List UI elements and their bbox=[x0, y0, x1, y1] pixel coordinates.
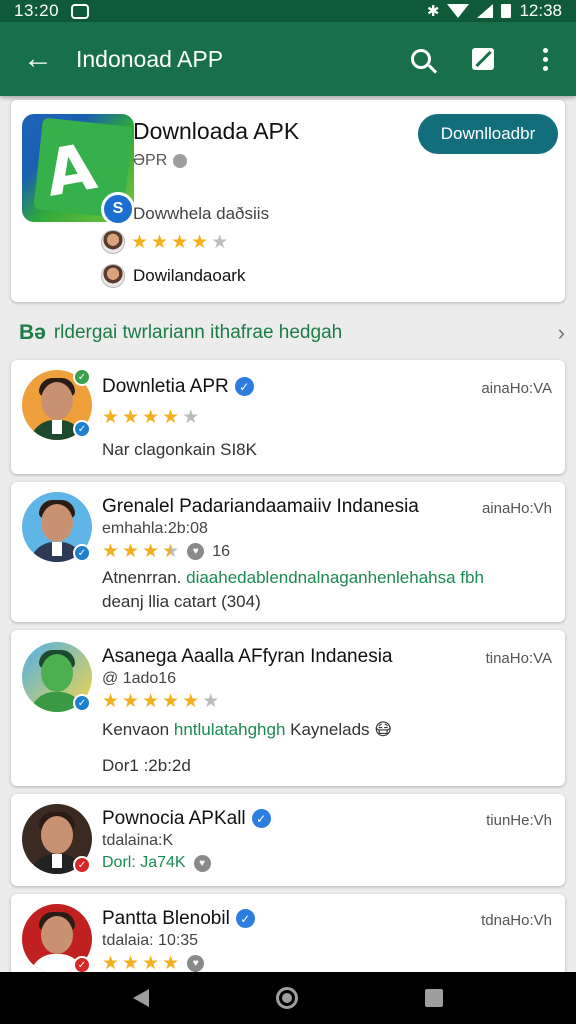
more-vert-icon bbox=[542, 47, 548, 71]
app-name: Downloada APK bbox=[133, 118, 300, 144]
search-button[interactable] bbox=[390, 22, 452, 96]
section-prefix: Bə bbox=[19, 321, 46, 344]
list-item[interactable]: ✓ ✓ Downletia APR ✓ ainaHo:VA ★ ★ ★ ★ ★ Nar c… bbox=[11, 360, 565, 474]
download-button[interactable]: Downlloadbr bbox=[418, 114, 558, 154]
verified-badge-icon: ✓ bbox=[73, 544, 91, 562]
verified-badge-icon: ✓ bbox=[73, 694, 91, 712]
verified-badge-icon: ✓ bbox=[73, 856, 91, 874]
emoji-icon: 😷 bbox=[374, 720, 392, 739]
review-title: Pantta Blenobil ✓ bbox=[102, 908, 255, 930]
signal-icon bbox=[477, 4, 494, 18]
section-header[interactable]: Bə rldergai twrlariann ithafrae hedgah › bbox=[19, 318, 565, 348]
status-time: 13:20 bbox=[14, 1, 60, 20]
bluetooth-icon: ✱ bbox=[426, 3, 440, 20]
verified-badge-icon: ✓ bbox=[73, 420, 91, 438]
review-text: Atnenrran. diaahedablendnalnaganhenlehah… bbox=[102, 568, 484, 587]
battery-icon bbox=[501, 4, 512, 18]
info-icon: ♥ bbox=[193, 854, 211, 872]
review-text-2: deanj llia catart (304) bbox=[102, 592, 261, 611]
app-rating-row: ★ ★ ★ ★ ★ bbox=[101, 230, 228, 254]
review-meta: ainaHo:VA bbox=[481, 380, 552, 397]
review-text: Nar clagonkain SI8K bbox=[102, 440, 257, 459]
status-bar: 13:20 ✱ 12:38 bbox=[0, 0, 576, 22]
rating-stars: ★★★★★ ♥ 16 bbox=[102, 541, 230, 562]
nav-back-icon[interactable] bbox=[133, 989, 150, 1007]
list-item[interactable]: ✓ Grenalel Padariandaamaiiv Indanesia ai… bbox=[11, 482, 565, 622]
review-meta: tinaHo:VA bbox=[485, 650, 552, 667]
nav-recents-icon[interactable] bbox=[424, 989, 443, 1007]
status-time-right: 12:38 bbox=[519, 1, 562, 20]
review-meta: tiunHe:Vh bbox=[486, 812, 552, 829]
rating-stars: ★ ★ ★ ★ ★ ★ bbox=[102, 691, 220, 712]
notification-icon bbox=[71, 3, 90, 19]
verified-icon: ✓ bbox=[234, 377, 254, 397]
app-description: Dowwhela daðsiis bbox=[133, 204, 270, 223]
review-date: emhahla:2b:08 bbox=[102, 520, 208, 537]
status-icons: ✱ 12:38 bbox=[427, 1, 562, 21]
arrow-left-icon: ← bbox=[23, 42, 53, 75]
list-item[interactable]: ✓ Pownocia APKall ✓ tiunHe:Vh tdalaina:K … bbox=[11, 794, 565, 886]
review-title: Asanega Aaalla AFfyran Indanesia bbox=[102, 646, 393, 667]
verified-icon: ✓ bbox=[235, 909, 255, 929]
info-icon: ♥ bbox=[187, 955, 205, 972]
app-header-card: A S Downloada APK ƏPR Dowwhela daðsiis ★… bbox=[11, 100, 565, 302]
chevron-right-icon: › bbox=[557, 320, 565, 345]
badge-icon: ✓ bbox=[73, 368, 91, 386]
review-title: Grenalel Padariandaamaiiv Indanesia bbox=[102, 496, 419, 517]
download-count: Dorl: Ja74K bbox=[102, 854, 186, 871]
like-icon: ♥ bbox=[187, 543, 205, 560]
review-date: tdalaina:K bbox=[102, 832, 174, 849]
list-item[interactable]: ✓ Asanega Aaalla AFfyran Indanesia tinaH… bbox=[11, 630, 565, 786]
rating-stars: ★ ★ ★ ★ ♥ bbox=[102, 954, 205, 973]
developer-name: Dowilandaoark bbox=[133, 266, 246, 285]
edit-icon bbox=[472, 48, 494, 70]
app-version-text: ƏPR bbox=[133, 152, 168, 169]
edit-button[interactable] bbox=[452, 22, 514, 96]
rating-stars: ★ ★ ★ ★ ★ bbox=[102, 407, 200, 428]
review-title: Pownocia APKall ✓ bbox=[102, 808, 271, 830]
back-button[interactable]: ← bbox=[0, 22, 76, 96]
developer-row[interactable]: Dowilandaoark bbox=[101, 264, 245, 288]
nav-home-icon[interactable] bbox=[275, 987, 298, 1009]
review-date: tdalaia: 10:35 bbox=[102, 932, 199, 949]
app-bar: ← Indonoad APP bbox=[0, 22, 576, 96]
list-item[interactable]: ✓ Pantta Blenobil ✓ tdnaHo:Vh tdalaia: 10… bbox=[11, 894, 565, 984]
system-nav-bar bbox=[0, 972, 576, 1024]
review-date: @ 1ado16 bbox=[102, 670, 177, 687]
review-text-2: Dor1 :2b:2d bbox=[102, 756, 191, 775]
review-download-row: Dorl: Ja74K ♥ bbox=[102, 854, 211, 872]
section-title: rldergai twrlariann ithafrae hedgah bbox=[53, 322, 343, 343]
info-icon bbox=[173, 154, 188, 168]
avatar bbox=[101, 230, 125, 254]
wifi-icon bbox=[447, 4, 470, 18]
review-meta: ainaHo:Vh bbox=[481, 500, 552, 517]
rating-stars: ★ ★ ★ ★ ★ bbox=[131, 231, 229, 253]
review-meta: tdnaHo:Vh bbox=[481, 912, 552, 929]
developer-avatar bbox=[101, 264, 125, 288]
search-icon bbox=[411, 49, 431, 69]
like-count: 16 bbox=[212, 542, 230, 560]
page-title: Indonoad APP bbox=[76, 45, 224, 72]
review-text: Kenvaon hntlulatahghgh Kaynelads 😷 bbox=[102, 720, 392, 739]
app-version: ƏPR bbox=[133, 152, 188, 170]
review-title: Downletia APR ✓ bbox=[102, 376, 254, 398]
verified-icon: ✓ bbox=[251, 809, 271, 829]
overflow-menu-button[interactable] bbox=[514, 22, 576, 96]
app-badge-icon: S bbox=[101, 192, 135, 226]
